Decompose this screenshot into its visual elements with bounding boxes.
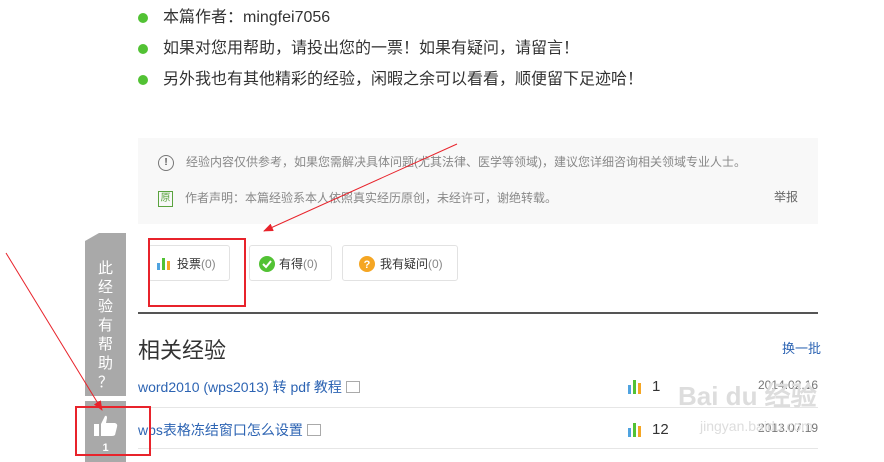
annotation-arrows xyxy=(5,143,458,411)
annotation-arrow xyxy=(263,143,458,232)
annotation-arrow xyxy=(5,252,103,411)
